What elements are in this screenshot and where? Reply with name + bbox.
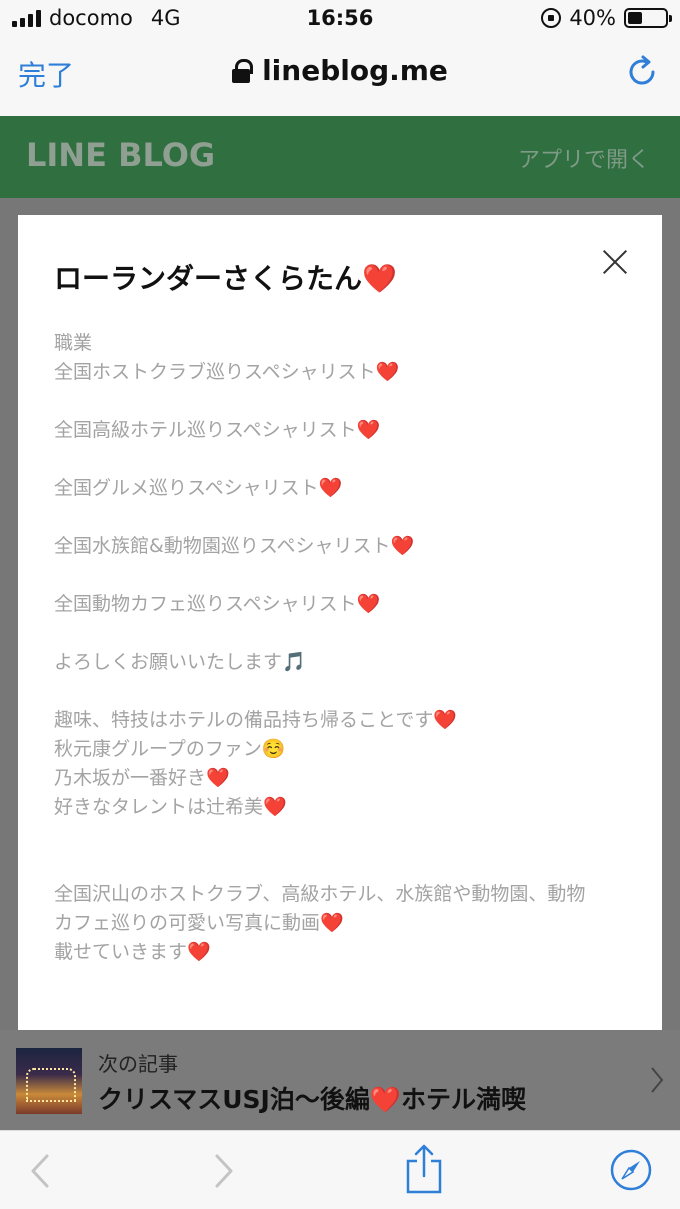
site-header: LINE BLOG アプリで開く: [0, 116, 680, 198]
bio-line: 趣味、特技はホテルの備品持ち帰ることです❤️: [54, 709, 458, 731]
bio-line: 全国動物カフェ巡りスペシャリスト❤️: [54, 593, 381, 615]
rotation-lock-icon: [541, 8, 562, 28]
profile-name: ローランダーさくらたん❤️: [54, 262, 397, 295]
profile-bio: 職業全国ホストクラブ巡りスペシャリスト❤️ 全国高級ホテル巡りスペシャリスト❤️ 全…: [54, 329, 634, 967]
status-bar: docomo 4G 16:56 40%: [0, 0, 680, 40]
next-article-label: 次の記事: [98, 1052, 178, 1076]
bio-line: [54, 561, 634, 590]
browser-nav-bar: 完了 lineblog.me: [0, 40, 680, 116]
compass-icon[interactable]: [610, 1149, 652, 1191]
site-logo[interactable]: LINE BLOG: [26, 136, 215, 174]
browser-toolbar: [0, 1130, 680, 1209]
url-text: lineblog.me: [262, 54, 448, 87]
bio-line: [54, 503, 634, 532]
bio-line: [54, 851, 634, 880]
address-bar[interactable]: lineblog.me: [0, 54, 680, 87]
bio-line: よろしくお願いいたします🎵: [54, 651, 306, 673]
battery-level: [628, 12, 643, 24]
forward-icon[interactable]: [214, 1153, 234, 1189]
bio-line: 秋元康グループのファン☺️: [54, 738, 286, 760]
bio-line: [54, 445, 634, 474]
lock-icon: [232, 58, 254, 83]
bio-line: [54, 387, 634, 416]
next-article-bar[interactable]: 次の記事 クリスマスUSJ泊〜後編❤️ホテル満喫: [0, 1030, 680, 1130]
bio-line: 職業: [54, 332, 93, 354]
status-right: 40%: [541, 6, 672, 30]
close-icon[interactable]: [602, 249, 628, 275]
bio-line: 好きなタレントは辻希美❤️: [54, 796, 287, 818]
back-icon[interactable]: [30, 1153, 50, 1189]
bio-line: 全国グルメ巡りスペシャリスト❤️: [54, 477, 343, 499]
bio-line: カフェ巡りの可愛い写真に動画❤️: [54, 912, 344, 934]
bio-line: 載せていきます❤️: [54, 941, 211, 963]
reload-icon[interactable]: [624, 54, 660, 90]
bio-line: 全国高級ホテル巡りスペシャリスト❤️: [54, 419, 381, 441]
bio-line: 全国水族館&動物園巡りスペシャリスト❤️: [54, 535, 415, 557]
battery-icon: [624, 8, 672, 28]
next-article-title[interactable]: クリスマスUSJ泊〜後編❤️ホテル満喫: [98, 1080, 526, 1116]
bio-line: 全国沢山のホストクラブ、高級ホテル、水族館や動物園、動物: [54, 883, 586, 905]
next-article-thumbnail: [16, 1048, 82, 1114]
chevron-right-icon[interactable]: [650, 1066, 664, 1094]
battery-percent: 40%: [569, 6, 616, 30]
bio-line: 乃木坂が一番好き❤️: [54, 767, 230, 789]
bio-line: [54, 822, 634, 851]
bio-line: [54, 677, 634, 706]
bio-line: 全国ホストクラブ巡りスペシャリスト❤️: [54, 361, 400, 383]
bio-line: [54, 619, 634, 648]
open-app-link[interactable]: アプリで開く: [518, 142, 650, 174]
share-icon[interactable]: [404, 1143, 444, 1195]
profile-modal: ローランダーさくらたん❤️ 職業全国ホストクラブ巡りスペシャリスト❤️ 全国高級ホ…: [18, 215, 662, 1030]
